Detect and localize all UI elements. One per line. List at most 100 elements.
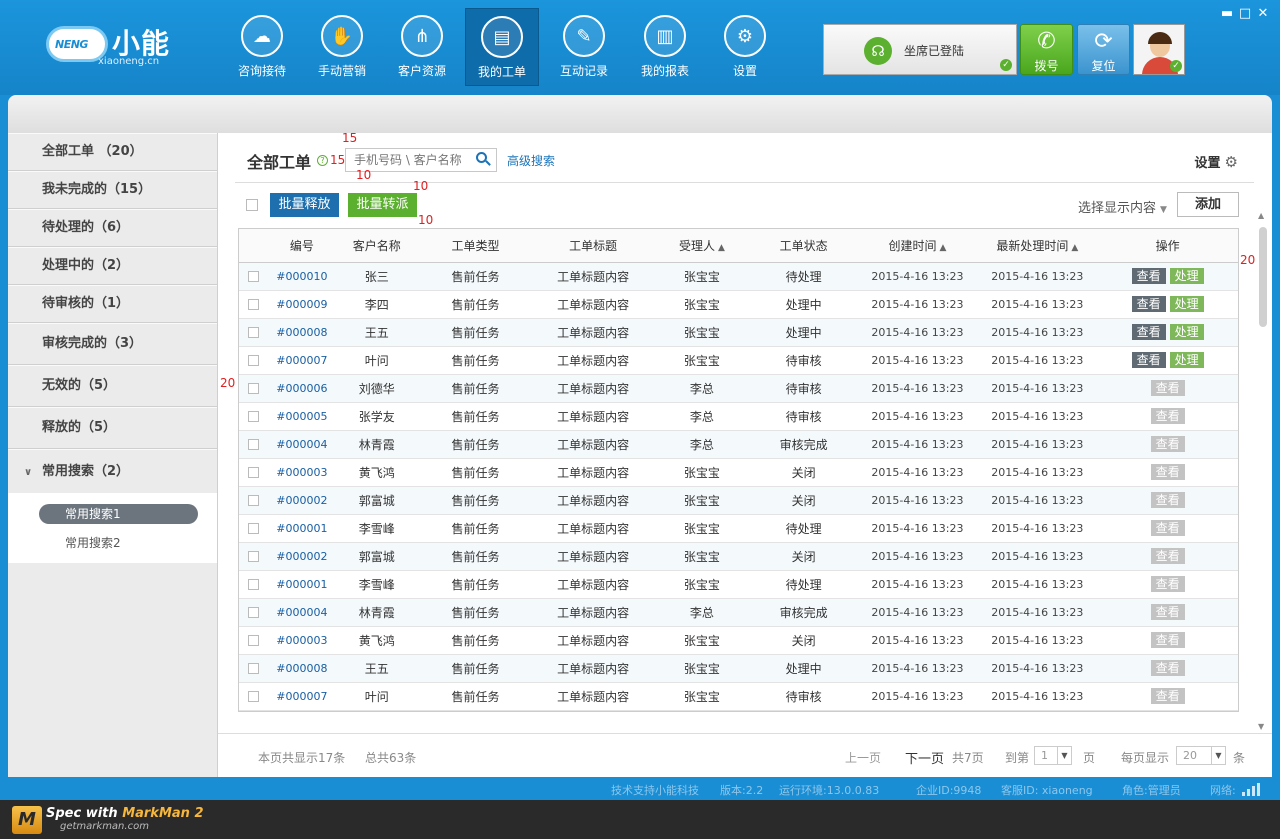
ticket-id[interactable]: #000005 (268, 402, 335, 431)
col-header-assignee[interactable]: 受理人 ▲ (654, 229, 750, 263)
nav-my-tickets[interactable]: ▤ 我的工单 (465, 8, 539, 86)
row-checkbox[interactable] (248, 495, 260, 506)
table-row[interactable]: #000003 黄飞鸿 售前任务 工单标题内容 张宝宝 关闭 2015-4-16 13:23… (239, 626, 1238, 655)
reset-button[interactable]: ⟳ 复位 (1077, 24, 1130, 75)
ticket-id[interactable]: #000007 (268, 682, 335, 711)
handle-button[interactable]: 处理 (1169, 296, 1204, 312)
per-page-select[interactable]: 20 ▼ (1176, 746, 1226, 765)
sidebar-item-unfinished[interactable]: 我未完成的（15） (8, 171, 217, 209)
scroll-thumb[interactable] (1259, 227, 1267, 327)
ticket-id[interactable]: #000001 (268, 514, 335, 543)
ticket-id[interactable]: #000009 (268, 290, 335, 319)
table-row[interactable]: #000004 林青霞 售前任务 工单标题内容 李总 审核完成 2015-4-16 13:2… (239, 430, 1238, 459)
nav-settings[interactable]: ⚙ 设置 (708, 8, 782, 86)
handle-button[interactable]: 处理 (1169, 268, 1204, 284)
table-row[interactable]: #000005 张学友 售前任务 工单标题内容 李总 待审核 2015-4-16 13:23… (239, 402, 1238, 431)
table-row[interactable]: #000002 郭富城 售前任务 工单标题内容 张宝宝 关闭 2015-4-16 13:23… (239, 542, 1238, 571)
ticket-id[interactable]: #000008 (268, 654, 335, 683)
handle-button[interactable]: 处理 (1169, 352, 1204, 368)
help-icon[interactable]: ? (317, 155, 328, 166)
search-icon[interactable] (476, 152, 491, 166)
close-icon[interactable]: ✕ (1256, 6, 1270, 21)
ticket-id[interactable]: #000003 (268, 626, 335, 655)
row-checkbox[interactable] (248, 551, 260, 562)
view-button[interactable]: 查看 (1150, 548, 1185, 564)
agent-status-box[interactable]: ☊ 坐席已登陆 ✓ (823, 24, 1017, 75)
row-checkbox[interactable] (248, 355, 260, 366)
view-button[interactable]: 查看 (1150, 380, 1185, 396)
nav-reports[interactable]: ▥ 我的报表 (628, 8, 702, 86)
row-checkbox[interactable] (248, 579, 260, 590)
sidebar-item-all[interactable]: 全部工单 （20） (8, 133, 217, 171)
nav-interactions[interactable]: ✎ 互动记录 (547, 8, 621, 86)
sort-icon[interactable]: ▲ (718, 243, 725, 253)
view-button[interactable]: 查看 (1150, 436, 1185, 452)
scroll-up-icon[interactable]: ▲ (1258, 211, 1264, 220)
ticket-id[interactable]: #000003 (268, 458, 335, 487)
ticket-id[interactable]: #000008 (268, 318, 335, 347)
col-header-updated[interactable]: 最新处理时间 ▲ (977, 229, 1098, 263)
row-checkbox[interactable] (248, 327, 260, 338)
table-row[interactable]: #000009 李四 售前任务 工单标题内容 张宝宝 处理中 2015-4-16 13:23… (239, 290, 1238, 319)
advanced-search-link[interactable]: 高级搜索 (507, 152, 555, 169)
sidebar-item-released[interactable]: 释放的（5） (8, 407, 217, 449)
prev-page-link[interactable]: 上一页 (845, 749, 881, 766)
view-button[interactable]: 查看 (1150, 688, 1185, 704)
ticket-id[interactable]: #000001 (268, 570, 335, 599)
sidebar-item-processing[interactable]: 处理中的（2） (8, 247, 217, 285)
handle-button[interactable]: 处理 (1169, 324, 1204, 340)
row-checkbox[interactable] (248, 523, 260, 534)
sidebar-item-invalid[interactable]: 无效的（5） (8, 365, 217, 407)
table-row[interactable]: #000001 李雪峰 售前任务 工单标题内容 张宝宝 待处理 2015-4-16 13:2… (239, 570, 1238, 599)
table-row[interactable]: #000003 黄飞鸿 售前任务 工单标题内容 张宝宝 关闭 2015-4-16 13:23… (239, 458, 1238, 487)
row-checkbox[interactable] (248, 299, 260, 310)
ticket-id[interactable]: #000002 (268, 542, 335, 571)
sort-icon[interactable]: ▲ (939, 243, 946, 253)
goto-page-select[interactable]: 1 ▼ (1034, 746, 1072, 765)
table-row[interactable]: #000004 林青霞 售前任务 工单标题内容 李总 审核完成 2015-4-16 13:2… (239, 598, 1238, 627)
ticket-id[interactable]: #000007 (268, 346, 335, 375)
table-row[interactable]: #000001 李雪峰 售前任务 工单标题内容 张宝宝 待处理 2015-4-16 13:2… (239, 514, 1238, 543)
table-row[interactable]: #000008 王五 售前任务 工单标题内容 张宝宝 处理中 2015-4-16 13:23… (239, 654, 1238, 683)
scrollbar[interactable]: ▲ ▼ (1256, 211, 1270, 731)
display-content-select[interactable]: 选择显示内容 ▼ (1078, 197, 1167, 216)
view-button[interactable]: 查看 (1131, 268, 1166, 284)
select-all-checkbox[interactable] (246, 199, 258, 211)
view-button[interactable]: 查看 (1131, 296, 1166, 312)
ticket-id[interactable]: #000002 (268, 486, 335, 515)
row-checkbox[interactable] (248, 663, 260, 674)
nav-marketing[interactable]: ✋ 手动营销 (305, 8, 379, 86)
view-button[interactable]: 查看 (1150, 660, 1185, 676)
add-button[interactable]: 添加 (1177, 192, 1239, 217)
view-button[interactable]: 查看 (1150, 408, 1185, 424)
sidebar-group-saved-searches[interactable]: ∨ 常用搜索（2） (8, 449, 217, 493)
saved-search-item[interactable]: 常用搜索2 (39, 533, 198, 553)
table-row[interactable]: #000010 张三 售前任务 工单标题内容 张宝宝 待处理 2015-4-16 13:23… (239, 262, 1238, 291)
saved-search-item[interactable]: 常用搜索1 (39, 504, 198, 524)
row-checkbox[interactable] (248, 691, 260, 702)
row-checkbox[interactable] (248, 467, 260, 478)
row-checkbox[interactable] (248, 635, 260, 646)
sidebar-item-review[interactable]: 待审核的（1） (8, 285, 217, 323)
next-page-link[interactable]: 下一页 (905, 748, 944, 767)
nav-consult[interactable]: ☁ 咨询接待 (225, 8, 299, 86)
row-checkbox[interactable] (248, 411, 260, 422)
table-row[interactable]: #000008 王五 售前任务 工单标题内容 张宝宝 处理中 2015-4-16 13:23… (239, 318, 1238, 347)
table-row[interactable]: #000006 刘德华 售前任务 工单标题内容 李总 待审核 2015-4-16 13:23… (239, 374, 1238, 403)
sort-icon[interactable]: ▲ (1071, 243, 1078, 253)
view-button[interactable]: 查看 (1131, 352, 1166, 368)
ticket-id[interactable]: #000010 (268, 262, 335, 291)
view-button[interactable]: 查看 (1150, 464, 1185, 480)
row-checkbox[interactable] (248, 607, 260, 618)
row-checkbox[interactable] (248, 439, 260, 450)
table-row[interactable]: #000002 郭富城 售前任务 工单标题内容 张宝宝 关闭 2015-4-16 13:23… (239, 486, 1238, 515)
view-button[interactable]: 查看 (1150, 492, 1185, 508)
sidebar-item-pending[interactable]: 待处理的（6） (8, 209, 217, 247)
ticket-id[interactable]: #000004 (268, 430, 335, 459)
maximize-icon[interactable]: □ (1238, 6, 1252, 21)
scroll-down-icon[interactable]: ▼ (1258, 722, 1264, 731)
ticket-id[interactable]: #000006 (268, 374, 335, 403)
dial-button[interactable]: ✆ 拨号 (1020, 24, 1073, 75)
view-button[interactable]: 查看 (1150, 520, 1185, 536)
row-checkbox[interactable] (248, 271, 260, 282)
